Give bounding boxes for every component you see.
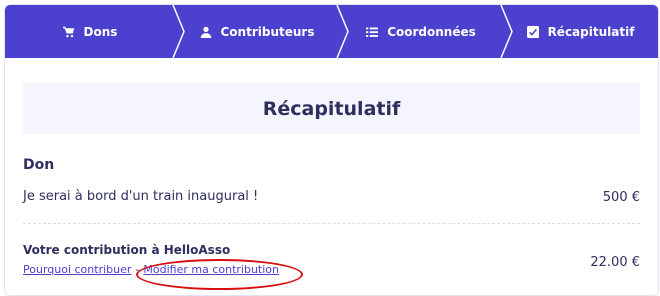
list-icon bbox=[366, 26, 379, 38]
page-title: Récapitulatif bbox=[262, 97, 401, 120]
step-label: Coordonnées bbox=[387, 24, 476, 39]
step-dons[interactable]: Dons bbox=[5, 5, 175, 58]
step-label: Récapitulatif bbox=[547, 24, 635, 39]
contribution-amount: 22.00 € bbox=[590, 255, 640, 270]
link-separator: - bbox=[135, 263, 140, 276]
contribution-label: Votre contribution à HelloAsso bbox=[23, 243, 231, 257]
divider bbox=[23, 223, 640, 224]
checkout-stepper: Dons Contributeurs Coordonnées Récapitul… bbox=[5, 5, 658, 58]
step-label: Dons bbox=[83, 24, 118, 39]
why-contribute-link[interactable]: Pourquoi contribuer bbox=[23, 263, 131, 276]
contribution-links: Pourquoi contribuer - Modifier ma contribu… bbox=[23, 263, 279, 276]
summary-header: Récapitulatif bbox=[23, 83, 640, 134]
modify-contribution-link[interactable]: Modifier ma contribution bbox=[143, 263, 279, 276]
step-contributeurs[interactable]: Contributeurs bbox=[175, 5, 339, 58]
cart-icon bbox=[62, 26, 75, 38]
checkbox-icon bbox=[526, 25, 539, 38]
step-label: Contributeurs bbox=[220, 24, 315, 39]
donation-amount: 500 € bbox=[602, 190, 640, 205]
user-icon bbox=[200, 26, 212, 38]
donation-label: Je serai à bord d'un train inaugural ! bbox=[23, 189, 259, 204]
checkout-card: Dons Contributeurs Coordonnées Récapitul… bbox=[4, 4, 659, 296]
section-title-don: Don bbox=[23, 157, 55, 173]
step-recapitulatif[interactable]: Récapitulatif bbox=[503, 5, 658, 58]
step-coordonnees[interactable]: Coordonnées bbox=[339, 5, 503, 58]
